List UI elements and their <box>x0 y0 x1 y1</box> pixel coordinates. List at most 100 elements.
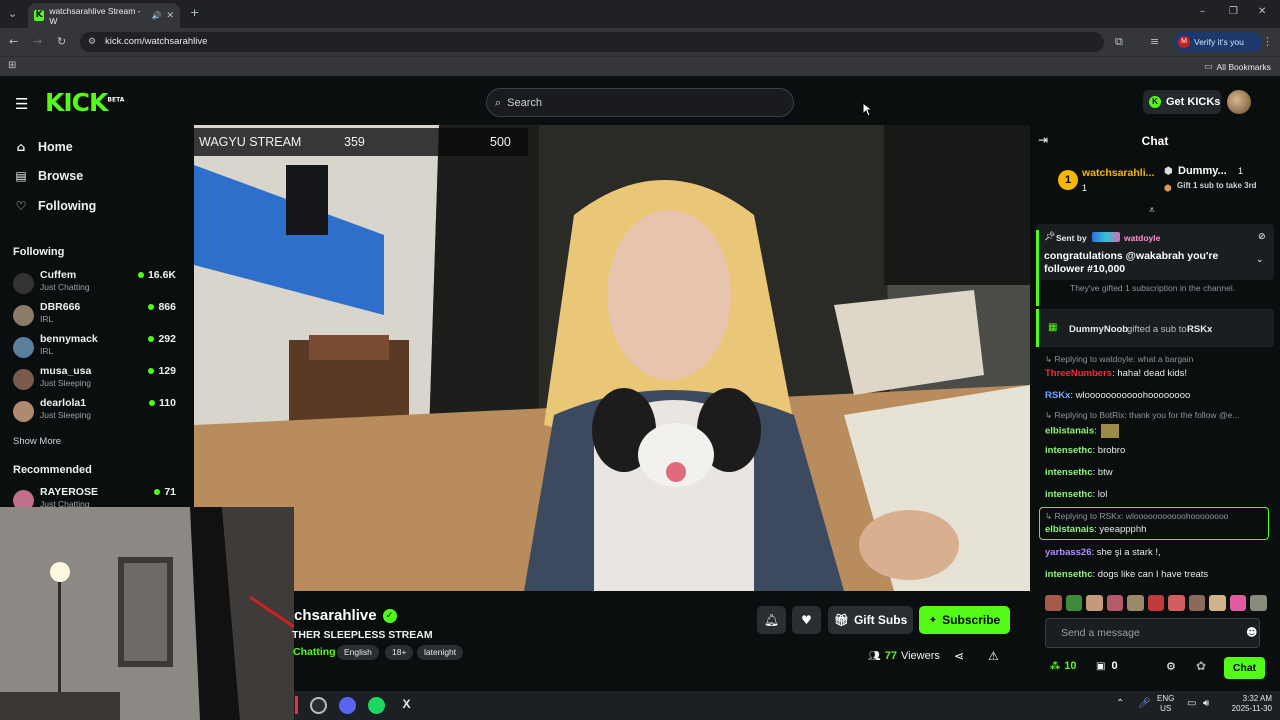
tray-clock[interactable]: 3:32 AM 2025-11-30 <box>1222 694 1272 714</box>
emote-icon[interactable] <box>1188 595 1206 611</box>
following-channel[interactable]: musa_usa Just Sleeping 129 <box>13 365 176 395</box>
nav-home[interactable]: ⌂ Home <box>14 140 73 154</box>
reading-list-icon[interactable]: ≡ <box>1150 35 1159 48</box>
extensions-icon[interactable]: ⧉ <box>1115 35 1123 49</box>
get-kicks-button[interactable]: K Get KICKs <box>1143 90 1221 114</box>
following-channel[interactable]: Cuffem Just Chatting 16.6K <box>13 269 176 299</box>
emote-icon[interactable] <box>1168 595 1185 611</box>
emote-icon[interactable] <box>1127 595 1144 611</box>
browser-tab[interactable]: K watchsarahlive Stream - W 🔊 ✕ <box>28 3 180 28</box>
tray-microphone-icon[interactable]: 🎤︎ <box>1138 698 1151 709</box>
chat-rules-icon[interactable]: ✿ <box>1196 659 1206 673</box>
nav-following[interactable]: ♡ Following <box>14 199 97 213</box>
unpin-icon[interactable]: ⊘ <box>1258 232 1266 242</box>
tab-search-icon[interactable]: ⌄ <box>8 7 17 20</box>
share-icon[interactable]: ⋖ <box>954 649 964 663</box>
notification-bell-button[interactable]: 🔔︎ <box>757 606 786 634</box>
tag-18plus[interactable]: 18+ <box>385 645 414 660</box>
goal-current: 359 <box>344 135 365 149</box>
minimize-icon[interactable]: – <box>1200 6 1205 17</box>
tray-volume-icon[interactable]: 🔊︎ <box>1203 698 1209 709</box>
kick-logo[interactable]: KICKBETA <box>45 88 124 117</box>
gift-user[interactable]: DummyNoob <box>1069 324 1128 335</box>
subscribe-button[interactable]: ✦ Subscribe <box>919 606 1010 634</box>
menu-kebab-icon[interactable]: ⋮ <box>1262 35 1273 48</box>
leaderboard-first-name[interactable]: watchsarahli... <box>1082 167 1154 179</box>
gift-balance[interactable]: ▣ 0 <box>1096 660 1118 672</box>
tray-chevron-icon[interactable]: ⌃ <box>1116 698 1124 709</box>
live-dot-icon <box>148 368 155 374</box>
goal-target: 500 <box>490 135 511 149</box>
chat-message[interactable]: RSKx: wlooooooooooohoooooooo <box>1045 390 1190 401</box>
chat-message[interactable]: intensethc: brobro <box>1045 445 1125 456</box>
user-avatar[interactable] <box>1227 90 1251 114</box>
site-info-icon[interactable]: ⚙ <box>88 32 96 52</box>
emote-strip <box>1045 595 1268 611</box>
browse-icon: ▤ <box>15 169 27 183</box>
tag-latenight[interactable]: latenight <box>417 645 464 660</box>
send-message-input[interactable]: Send a message ☻ <box>1045 618 1260 648</box>
kicks-balance[interactable]: ⁂ 10 <box>1050 660 1076 672</box>
emote-icon[interactable] <box>1229 595 1247 611</box>
emote-icon[interactable] <box>1045 595 1062 611</box>
tag-english[interactable]: English <box>337 645 379 660</box>
expand-leaderboard-icon[interactable]: ⩡ <box>1149 205 1155 216</box>
hamburger-menu-icon[interactable]: ☰ <box>15 95 28 113</box>
gift-subs-button[interactable]: 🎁︎ Gift Subs <box>828 606 913 634</box>
chat-message[interactable]: ThreeNumbers: haha! dead kids! <box>1045 368 1187 379</box>
apps-grid-icon[interactable]: ⊞ <box>8 60 16 71</box>
speaker-icon[interactable]: 🔊 <box>151 11 161 20</box>
forward-icon[interactable]: → <box>33 35 42 48</box>
chat-settings-gear-icon[interactable]: ⚙ <box>1166 660 1176 673</box>
gift-box-icon: ▣ <box>1096 660 1106 672</box>
chat-message[interactable]: intensethc: btw <box>1045 467 1113 478</box>
chat-message[interactable]: intensethc: lol <box>1045 489 1107 500</box>
following-channel[interactable]: bennymack IRL 292 <box>13 333 176 363</box>
follow-button[interactable]: ♥ <box>792 606 821 634</box>
tab-title: watchsarahlive Stream - W <box>49 5 141 26</box>
chat-message[interactable]: elbistanais: <box>1045 424 1119 438</box>
channel-name[interactable]: chsarahlive ✓ <box>294 607 397 624</box>
emote-icon[interactable] <box>1106 595 1124 611</box>
report-warning-icon[interactable]: ⚠ <box>988 649 999 663</box>
emote-icon[interactable] <box>1250 595 1268 611</box>
taskbar-chrome-icon[interactable] <box>310 697 327 714</box>
reload-icon[interactable]: ↻ <box>57 35 66 48</box>
tray-network-icon[interactable]: ▭ <box>1187 698 1196 709</box>
search-input[interactable]: ⌕ Search <box>486 88 794 117</box>
tray-language[interactable]: ENG US <box>1157 694 1174 714</box>
send-message-placeholder: Send a message <box>1061 627 1140 639</box>
pinned-message[interactable]: 📌︎ Sent by watdoyle ⊘ congratulations @w… <box>1036 224 1274 306</box>
following-channel[interactable]: dearlola1 Just Sleeping 110 <box>13 397 176 427</box>
emote-icon[interactable] <box>1086 595 1103 611</box>
all-bookmarks[interactable]: ▭ All Bookmarks <box>1204 62 1271 72</box>
chat-send-button[interactable]: Chat <box>1224 657 1265 679</box>
chat-message[interactable]: yarbass26: she şi a stark !, <box>1045 547 1161 558</box>
chevron-down-icon[interactable]: ⌄ <box>1256 255 1264 265</box>
emoji-icon[interactable]: ☻ <box>1246 619 1257 647</box>
url-field[interactable]: ⚙ kick.com/watchsarahlive <box>80 32 1104 52</box>
close-window-icon[interactable]: ✕ <box>1258 6 1266 17</box>
emote-icon[interactable] <box>1209 595 1226 611</box>
nav-browse[interactable]: ▤ Browse <box>14 169 83 183</box>
close-tab-icon[interactable]: ✕ <box>166 11 174 21</box>
users-icon: 👥︎ <box>868 650 881 662</box>
following-channel[interactable]: DBR666 IRL 866 <box>13 301 176 331</box>
video-player[interactable] <box>194 125 1030 591</box>
restore-icon[interactable]: ❐ <box>1229 6 1238 17</box>
new-tab-icon[interactable]: + <box>190 6 199 19</box>
emote-icon[interactable] <box>1065 595 1083 611</box>
taskbar-discord-icon[interactable] <box>339 697 356 714</box>
taskbar-spotify-icon[interactable] <box>368 697 385 714</box>
chat-message[interactable]: elbistanais: yeeappphh <box>1045 524 1146 535</box>
emote-icon[interactable] <box>1147 595 1165 611</box>
gift-target[interactable]: RSKx <box>1187 324 1212 335</box>
stream-category[interactable]: Chatting <box>293 646 336 658</box>
pinned-sender[interactable]: watdoyle <box>1124 233 1160 243</box>
verify-button[interactable]: M Verify it's you <box>1174 32 1262 52</box>
chat-message[interactable]: intensethc: dogs like can I have treats <box>1045 569 1208 580</box>
leaderboard-second-name[interactable]: Dummy... <box>1178 165 1227 177</box>
show-more-link[interactable]: Show More <box>13 436 61 447</box>
back-icon[interactable]: ← <box>9 35 18 48</box>
taskbar-app-x-icon[interactable]: X <box>398 697 415 714</box>
